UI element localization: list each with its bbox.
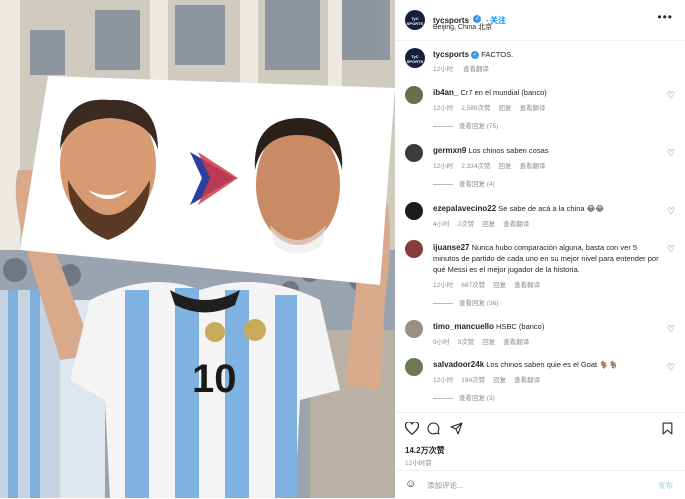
comment-avatar[interactable] [405, 240, 423, 258]
caption-username[interactable]: tycsports [433, 50, 469, 59]
reply-button[interactable]: 回复 [482, 221, 495, 228]
author-avatar[interactable]: TyC SPORTS [405, 10, 425, 30]
caption-translate[interactable]: 查看翻译 [463, 66, 489, 73]
comment-likes[interactable]: 2,334次赞 [461, 163, 490, 170]
comment-time[interactable]: 12小时 [433, 163, 453, 170]
heart-icon[interactable]: ♡ [667, 148, 675, 159]
comment-avatar[interactable] [405, 144, 423, 162]
comment-likes[interactable]: 2次赞 [458, 221, 475, 228]
share-icon[interactable] [450, 422, 463, 435]
comment-username[interactable]: ijuanse27 [433, 243, 469, 252]
comment-likes[interactable]: 3次赞 [458, 339, 475, 346]
comment-username[interactable]: timo_mancuello [433, 322, 494, 331]
caption-time[interactable]: 12小时 [433, 66, 453, 73]
comment-text: Se sabe de acá a la china 😂😂 [498, 204, 605, 213]
reply-button[interactable]: 回复 [493, 282, 506, 289]
post-side-panel: TyC SPORTS tycsports ✓ • 关注 Beijing, Chi… [395, 0, 685, 498]
translate-button[interactable]: 查看翻译 [514, 377, 540, 384]
comment-icon[interactable] [427, 422, 440, 435]
add-comment-bar: ☺ 添加评论... 发布 [395, 470, 685, 499]
heart-icon[interactable]: ♡ [667, 90, 675, 101]
comment-time[interactable]: 4小时 [433, 221, 450, 228]
reply-button[interactable]: 回复 [493, 377, 506, 384]
view-replies-button[interactable]: 查看回复 (4) [459, 181, 495, 188]
comment-time[interactable]: 9小时 [433, 339, 450, 346]
comment-username[interactable]: germxn9 [433, 146, 466, 155]
comment-time[interactable]: 12小时 [433, 105, 453, 112]
caption-avatar[interactable]: TyC SPORTS [405, 48, 425, 68]
translate-button[interactable]: 查看翻译 [520, 163, 546, 170]
bookmark-icon[interactable] [662, 422, 673, 435]
emoji-icon[interactable]: ☺ [405, 478, 416, 490]
comment-likes[interactable]: 2,589次赞 [461, 105, 490, 112]
comment-avatar[interactable] [405, 358, 423, 376]
comment-text: Cr7 en el mundial (banco) [460, 88, 547, 97]
likes-count[interactable]: 14.2万次赞 [405, 445, 445, 456]
reply-button[interactable]: 回复 [482, 339, 495, 346]
follow-button[interactable]: 关注 [490, 16, 506, 25]
comment-time[interactable]: 12小时 [433, 377, 453, 384]
translate-button[interactable]: 查看翻译 [503, 221, 529, 228]
more-horizontal-icon[interactable]: ••• [657, 10, 673, 24]
comment-input[interactable]: 添加评论... [427, 480, 463, 491]
caption-text: FACTOS. [481, 50, 514, 59]
like-heart-icon[interactable] [405, 422, 419, 435]
avatar-label: TyC SPORTS [406, 54, 424, 64]
svg-text:10: 10 [192, 357, 237, 401]
photo-illustration: 10 [0, 0, 395, 498]
post-location[interactable]: Beijing, China 北京 [433, 22, 492, 32]
reply-button[interactable]: 回复 [499, 105, 512, 112]
heart-icon[interactable]: ♡ [667, 206, 675, 217]
translate-button[interactable]: 查看翻译 [514, 282, 540, 289]
comment-username[interactable]: ib4an_ [433, 88, 458, 97]
heart-icon[interactable]: ♡ [667, 362, 675, 373]
view-replies-button[interactable]: 查看回复 (36) [459, 300, 498, 307]
view-replies-button[interactable]: 查看回复 (75) [459, 123, 498, 130]
comment-avatar[interactable] [405, 86, 423, 104]
comment-time[interactable]: 12小时 [433, 282, 453, 289]
comment-avatar[interactable] [405, 202, 423, 220]
post-time[interactable]: 12小时前 [405, 457, 432, 467]
comment-username[interactable]: ezepalavecino22 [433, 204, 496, 213]
post-header: TyC SPORTS tycsports ✓ • 关注 Beijing, Chi… [395, 0, 685, 41]
post-photo[interactable]: 10 [0, 0, 395, 498]
comment-text: Los chinos saben cosas [468, 146, 549, 155]
comment-text: HSBC (banco) [496, 322, 545, 331]
comment-username[interactable]: salvadoor24k [433, 360, 484, 369]
avatar-label: TyC SPORTS [406, 16, 424, 26]
comment-avatar[interactable] [405, 320, 423, 338]
comment-likes[interactable]: 194次赞 [461, 377, 485, 384]
reply-button[interactable]: 回复 [499, 163, 512, 170]
verified-badge-icon: ✓ [471, 51, 480, 60]
comment-text: Los chinos saben quie es el Goat 🐐🐐 [486, 360, 618, 369]
post-comment-button[interactable]: 发布 [658, 480, 673, 491]
heart-icon[interactable]: ♡ [667, 244, 675, 255]
translate-button[interactable]: 查看翻译 [503, 339, 529, 346]
comment-likes[interactable]: 687次赞 [461, 282, 485, 289]
heart-icon[interactable]: ♡ [667, 324, 675, 335]
view-replies-button[interactable]: 查看回复 (3) [459, 395, 495, 402]
translate-button[interactable]: 查看翻译 [520, 105, 546, 112]
